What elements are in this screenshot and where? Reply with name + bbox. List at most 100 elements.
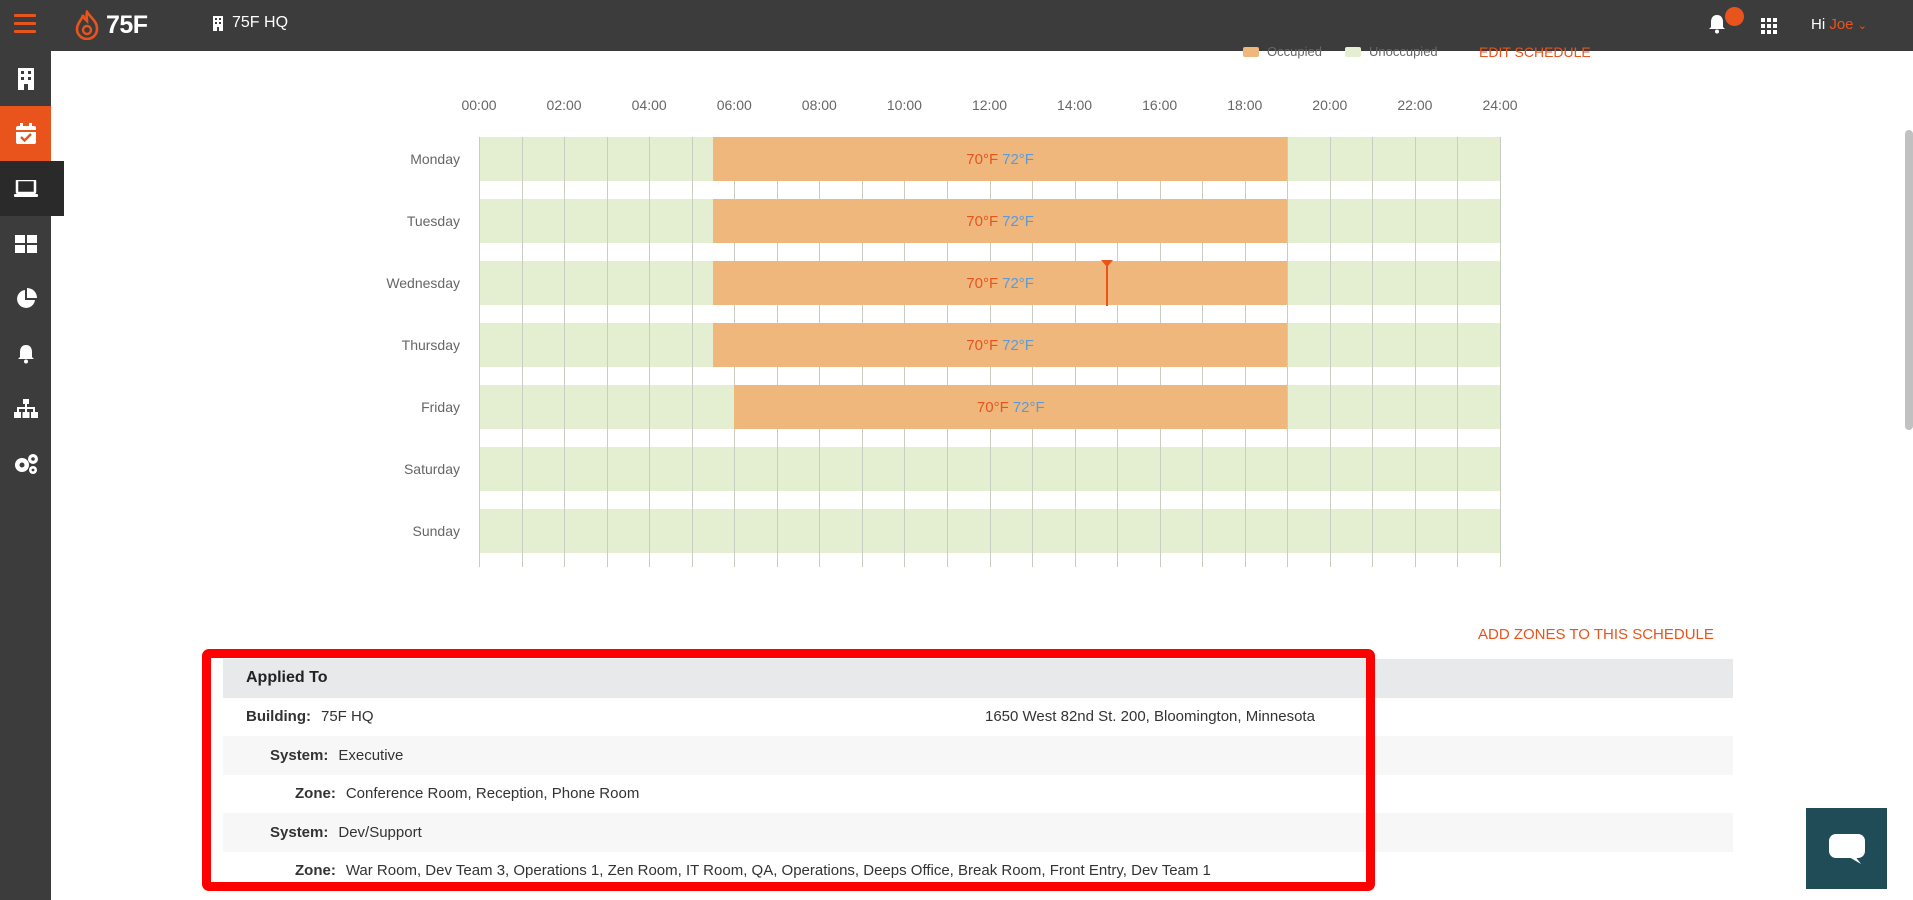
applied-zone-row: Zone: War Room, Dev Team 3, Operations 1… xyxy=(223,852,1733,891)
building-selector[interactable]: 75F HQ xyxy=(212,14,288,32)
notifications-bell-icon[interactable] xyxy=(1708,14,1726,39)
day-label: Tuesday xyxy=(406,213,460,229)
hour-tick-label: 16:00 xyxy=(1142,97,1178,113)
bell-icon xyxy=(17,344,34,363)
sidebar-item-hierarchy[interactable] xyxy=(0,381,51,436)
building-value: 75F HQ xyxy=(320,708,374,726)
applied-to-title: Applied To xyxy=(246,669,328,687)
day-label: Saturday xyxy=(403,461,460,477)
grid-line xyxy=(649,137,651,567)
grid-line xyxy=(564,137,566,567)
building-name: 75F HQ xyxy=(232,14,289,31)
applied-to-table: Applied To Building: 75F HQ 1650 West 82… xyxy=(223,659,1733,890)
grid-line xyxy=(1329,137,1331,567)
occupied-block[interactable]: 70°F 72°F xyxy=(712,261,1288,305)
page-scrollbar[interactable] xyxy=(1905,130,1913,430)
cool-setpoint: 72°F xyxy=(1002,212,1034,230)
hour-tick-label: 06:00 xyxy=(716,97,752,113)
pie-chart-icon xyxy=(16,287,37,308)
sidebar-item-settings[interactable] xyxy=(0,436,51,491)
sidebar-item-schedules[interactable] xyxy=(0,106,51,161)
hamburger-menu-icon[interactable] xyxy=(14,14,36,34)
applied-building-row: Building: 75F HQ 1650 West 82nd St. 200,… xyxy=(223,698,1733,737)
zone-label: Zone: xyxy=(295,862,336,880)
legend-unoccupied-swatch xyxy=(1345,46,1361,57)
day-label: Wednesday xyxy=(386,275,460,291)
grid-line xyxy=(691,137,693,567)
grid-line xyxy=(1372,137,1374,567)
hour-tick-label: 00:00 xyxy=(461,97,497,113)
legend-unoccupied: Unoccupied xyxy=(1345,44,1438,59)
cool-setpoint: 72°F xyxy=(1002,336,1034,354)
heat-setpoint: 70°F xyxy=(966,150,999,168)
heat-setpoint: 70°F xyxy=(966,212,999,230)
zone-list: Conference Room, Reception, Phone Room xyxy=(345,785,640,803)
system-name: Executive xyxy=(338,746,404,764)
applied-system-row: System: Dev/Support xyxy=(223,813,1733,852)
building-address: 1650 West 82nd St. 200, Bloomington, Min… xyxy=(985,708,1315,726)
system-name: Dev/Support xyxy=(338,823,422,841)
hour-tick-label: 04:00 xyxy=(631,97,667,113)
add-zones-link[interactable]: ADD ZONES TO THIS SCHEDULE xyxy=(1478,626,1714,643)
heat-setpoint: 70°F xyxy=(976,398,1009,416)
user-menu[interactable]: Hi Joe ⌄ xyxy=(1811,16,1867,33)
cool-setpoint: 72°F xyxy=(1012,398,1045,416)
current-time-marker xyxy=(1101,260,1114,306)
legend-occupied-label: Occupied xyxy=(1267,44,1322,59)
applied-system-row: System: Executive xyxy=(223,736,1733,775)
grid-line xyxy=(1414,137,1416,567)
user-name: Joe xyxy=(1829,16,1854,33)
chat-bubble-icon xyxy=(1828,833,1865,864)
occupied-block[interactable]: 70°F 72°F xyxy=(712,137,1288,181)
sidebar xyxy=(0,51,64,900)
occupied-block[interactable]: 70°F 72°F xyxy=(712,199,1288,243)
sidebar-item-dashboard[interactable] xyxy=(0,216,51,271)
day-label: Monday xyxy=(410,151,460,167)
building-icon xyxy=(213,15,223,31)
day-label: Friday xyxy=(421,399,460,415)
occupied-block[interactable]: 70°F 72°F xyxy=(734,385,1288,429)
building-label: Building: xyxy=(246,708,311,726)
sidebar-item-buildings[interactable] xyxy=(0,51,51,106)
greeting-text: Hi xyxy=(1811,16,1830,33)
sidebar-item-analytics[interactable] xyxy=(0,271,51,326)
grid-line xyxy=(606,137,608,567)
grid-line xyxy=(521,137,523,567)
apps-grid-icon[interactable] xyxy=(1761,18,1777,39)
edit-schedule-link[interactable]: EDIT SCHEDULE xyxy=(1479,44,1591,60)
logo[interactable]: 75F xyxy=(74,8,148,42)
grid-line xyxy=(1457,137,1459,567)
hour-tick-label: 20:00 xyxy=(1312,97,1348,113)
building-icon xyxy=(17,67,34,90)
occupied-block[interactable]: 70°F 72°F xyxy=(712,323,1288,367)
zone-label: Zone: xyxy=(295,785,336,803)
system-label: System: xyxy=(270,823,329,841)
top-bar: 75F 75F HQ Hi Joe ⌄ xyxy=(0,0,1913,51)
flame-logo-icon xyxy=(75,10,99,40)
hour-tick-label: 02:00 xyxy=(546,97,582,113)
chat-button[interactable] xyxy=(1806,808,1887,889)
settings-icon xyxy=(14,453,38,474)
notification-badge xyxy=(1725,7,1744,26)
applied-to-header: Applied To xyxy=(223,659,1733,698)
hour-tick-label: 24:00 xyxy=(1482,97,1518,113)
hierarchy-icon xyxy=(13,398,38,418)
legend-unoccupied-label: Unoccupied xyxy=(1369,44,1438,59)
grid-line xyxy=(479,137,480,567)
hour-tick-label: 12:00 xyxy=(971,97,1008,113)
day-label: Thursday xyxy=(401,337,460,353)
legend-occupied-swatch xyxy=(1243,46,1259,57)
chevron-down-icon: ⌄ xyxy=(1857,20,1867,32)
calendar-icon xyxy=(15,122,36,144)
grid-line xyxy=(1287,137,1289,567)
sidebar-item-devices[interactable] xyxy=(0,161,64,216)
applied-zone-row: Zone: Conference Room, Reception, Phone … xyxy=(223,775,1733,814)
cool-setpoint: 72°F xyxy=(1002,150,1034,168)
cool-setpoint: 72°F xyxy=(1002,274,1034,292)
zone-list: War Room, Dev Team 3, Operations 1, Zen … xyxy=(345,862,1211,880)
hour-tick-label: 14:00 xyxy=(1057,97,1093,113)
laptop-icon xyxy=(13,179,38,197)
hour-tick-label: 22:00 xyxy=(1397,97,1433,113)
sidebar-item-alerts[interactable] xyxy=(0,326,51,381)
grid-line xyxy=(1500,137,1501,567)
